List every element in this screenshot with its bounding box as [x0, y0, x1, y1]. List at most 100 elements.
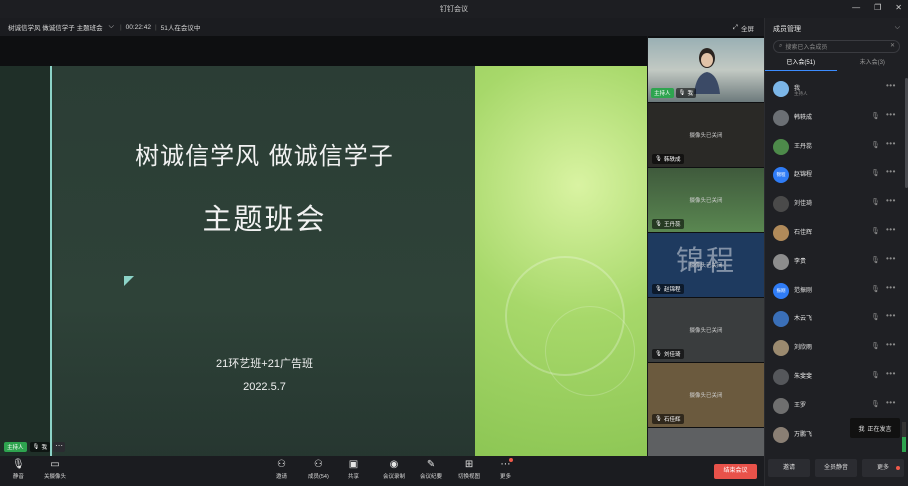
presentation-slide: 树诚信学风 做诚信学子 主题班会 21环艺班+21广告班 2022.5.7	[0, 66, 647, 464]
end-meeting-button[interactable]: 结束会议	[714, 464, 757, 479]
minimize-icon[interactable]: —	[852, 3, 860, 12]
mute-all-button[interactable]: 全员静音	[815, 459, 857, 477]
tile-name-tag: 🎙 刘佳琦	[652, 349, 684, 359]
ellipsis-icon[interactable]: •••	[886, 225, 896, 234]
avatar	[773, 109, 789, 126]
ellipsis-icon[interactable]: •••	[886, 196, 896, 205]
ellipsis-icon[interactable]: •••	[886, 167, 896, 176]
microphone-icon[interactable]: 🎙	[871, 285, 880, 293]
video-tile[interactable]: 摄像头已关闭 🎙 王丹蕊	[648, 168, 764, 232]
microphone-icon[interactable]: 🎙	[871, 371, 880, 379]
tab-joined[interactable]: 已入会(51)	[765, 57, 837, 71]
microphone-icon: 🎙	[678, 90, 686, 96]
ellipsis-icon[interactable]: •••	[886, 398, 896, 407]
video-tile[interactable]: 主持人 🎙 我	[648, 38, 764, 102]
meeting-info-bar: 树诚信学风 做诚信学子 主题班会 ⌵ | 00:22:42 | 51人在会议中 …	[0, 18, 764, 36]
tile-name: 赵锦程	[663, 287, 681, 293]
view-label: 切换视图	[458, 474, 481, 480]
member-name: 石佳辉	[794, 230, 813, 236]
avatar	[773, 81, 789, 97]
panel-more-button[interactable]: 更多	[862, 459, 904, 477]
microphone-icon[interactable]: 🎙	[871, 198, 880, 206]
microphone-icon: 🎙	[655, 156, 662, 162]
panel-footer: 邀请 全员静音 更多	[764, 459, 908, 481]
share-label: 共享	[348, 474, 360, 480]
ellipsis-icon[interactable]: •••	[886, 139, 896, 148]
clear-icon[interactable]: ✕	[890, 42, 895, 49]
person-video	[694, 48, 720, 94]
member-row[interactable]: 王罗 🎙 •••	[765, 392, 905, 420]
speaking-indicator: 我 正在发言	[850, 418, 900, 438]
member-row[interactable]: 李贵 🎙 •••	[765, 248, 905, 276]
chevron-down-icon[interactable]: ⌵	[895, 24, 900, 32]
camera-off-label: 摄像头已关闭	[689, 393, 723, 399]
more-options-button[interactable]: ⋯	[53, 442, 66, 452]
record-button[interactable]: ◉ 会议录制	[383, 459, 405, 480]
camera-label: 关摄像头	[44, 474, 67, 480]
bottom-toolbar: 🎙 静音 ▭ 关摄像头 ⚇ 邀请 ⚇ 成员(54) ▣ 共享 ◉ 会议录制 ✎ …	[0, 456, 764, 486]
member-name: 刘欣雨	[794, 345, 813, 352]
video-tile[interactable]: 摄像头已关闭 🎙 韩轶成	[648, 103, 764, 167]
member-row[interactable]: 刘欣雨 🎙 •••	[765, 334, 905, 362]
video-tile[interactable]: 摄像头已关闭 🎙 刘佳琦	[648, 298, 764, 362]
tile-name-tag: 🎙 我	[675, 88, 697, 98]
microphone-icon[interactable]: 🎙	[871, 342, 880, 350]
member-row[interactable]: 锦程 赵锦程 🎙 •••	[765, 161, 905, 189]
host-badge: 主持人	[651, 88, 674, 98]
ellipsis-icon[interactable]: •••	[886, 81, 896, 90]
participant-count: 51人在会议中	[160, 25, 201, 32]
avatar	[773, 397, 789, 414]
more-button[interactable]: ⋯ 更多	[500, 458, 514, 480]
microphone-icon[interactable]: 🎙	[871, 112, 880, 120]
member-search-input[interactable]: ⌕ 搜索已入会成员 ✕	[773, 40, 900, 53]
member-panel: 成员管理 ⌵ ⌕ 搜索已入会成员 ✕ 已入会(51) 未入会(3) 我 主持人 ••…	[764, 18, 908, 486]
microphone-icon[interactable]: 🎙	[871, 227, 880, 235]
member-name: 赵锦程	[794, 172, 813, 179]
ellipsis-icon[interactable]: •••	[886, 369, 896, 378]
member-name: 王罗	[794, 402, 807, 409]
search-placeholder: 搜索已入会成员	[785, 45, 828, 51]
panel-invite-button[interactable]: 邀请	[768, 459, 810, 477]
microphone-icon[interactable]: 🎙	[871, 400, 880, 408]
members-label: 成员(54)	[308, 474, 329, 480]
member-row[interactable]: 刘佳琦 🎙 •••	[765, 190, 905, 218]
video-tile[interactable]: 锦程 摄像头已关闭 🎙 赵锦程	[648, 233, 764, 297]
ellipsis-icon[interactable]: •••	[886, 340, 896, 349]
slide-right-panel	[475, 66, 647, 464]
avatar	[773, 369, 789, 385]
ellipsis-icon[interactable]: •••	[886, 311, 896, 320]
invite-button[interactable]: ⚇ 邀请	[276, 459, 287, 480]
member-row[interactable]: 木云飞 🎙 •••	[765, 305, 905, 333]
camera-off-label: 摄像头已关闭	[689, 133, 723, 139]
member-row[interactable]: 朱斐斐 🎙 •••	[765, 363, 905, 391]
tab-not-joined[interactable]: 未入会(3)	[837, 57, 908, 71]
member-row[interactable]: 王丹蕊 🎙 •••	[765, 133, 905, 161]
member-role: 主持人	[794, 91, 808, 96]
microphone-icon[interactable]: 🎙	[871, 169, 880, 177]
meeting-window: 钉钉会议 — ❐ ✕ 树诚信学风 做诚信学子 主题班会 ⌵ | 00:22:42…	[0, 0, 908, 486]
fullscreen-button[interactable]: ⤢ 全屏	[733, 23, 754, 33]
video-tile[interactable]: 摄像头已关闭 🎙 石佳辉	[648, 363, 764, 427]
avatar	[773, 340, 789, 357]
microphone-icon[interactable]: 🎙	[871, 256, 880, 264]
share-button[interactable]: ▣ 共享	[348, 459, 359, 480]
member-name: 万鹏飞	[794, 431, 813, 438]
close-icon[interactable]: ✕	[895, 3, 902, 12]
switch-view-button[interactable]: ⊞ 切换视图	[458, 459, 480, 480]
chevron-down-icon[interactable]: ⌵	[109, 23, 114, 31]
ellipsis-icon[interactable]: •••	[886, 110, 896, 119]
ellipsis-icon[interactable]: •••	[886, 254, 896, 263]
member-row[interactable]: 韩轶成 🎙 •••	[765, 104, 905, 132]
member-row[interactable]: 振刚 范振刚 🎙 •••	[765, 277, 905, 305]
video-tile[interactable]	[648, 428, 764, 456]
microphone-icon[interactable]: 🎙	[871, 313, 880, 321]
ellipsis-icon[interactable]: •••	[886, 283, 896, 292]
maximize-icon[interactable]: ❐	[874, 3, 881, 12]
mute-button[interactable]: 🎙 静音	[12, 459, 25, 480]
microphone-icon[interactable]: 🎙	[871, 141, 880, 149]
member-row[interactable]: 我主持人 •••	[765, 75, 905, 103]
camera-button[interactable]: ▭ 关摄像头	[44, 459, 66, 480]
minutes-button[interactable]: ✎ 会议纪要	[420, 459, 442, 480]
members-button[interactable]: ⚇ 成员(54)	[308, 459, 329, 480]
member-row[interactable]: 石佳辉 🎙 •••	[765, 219, 905, 247]
